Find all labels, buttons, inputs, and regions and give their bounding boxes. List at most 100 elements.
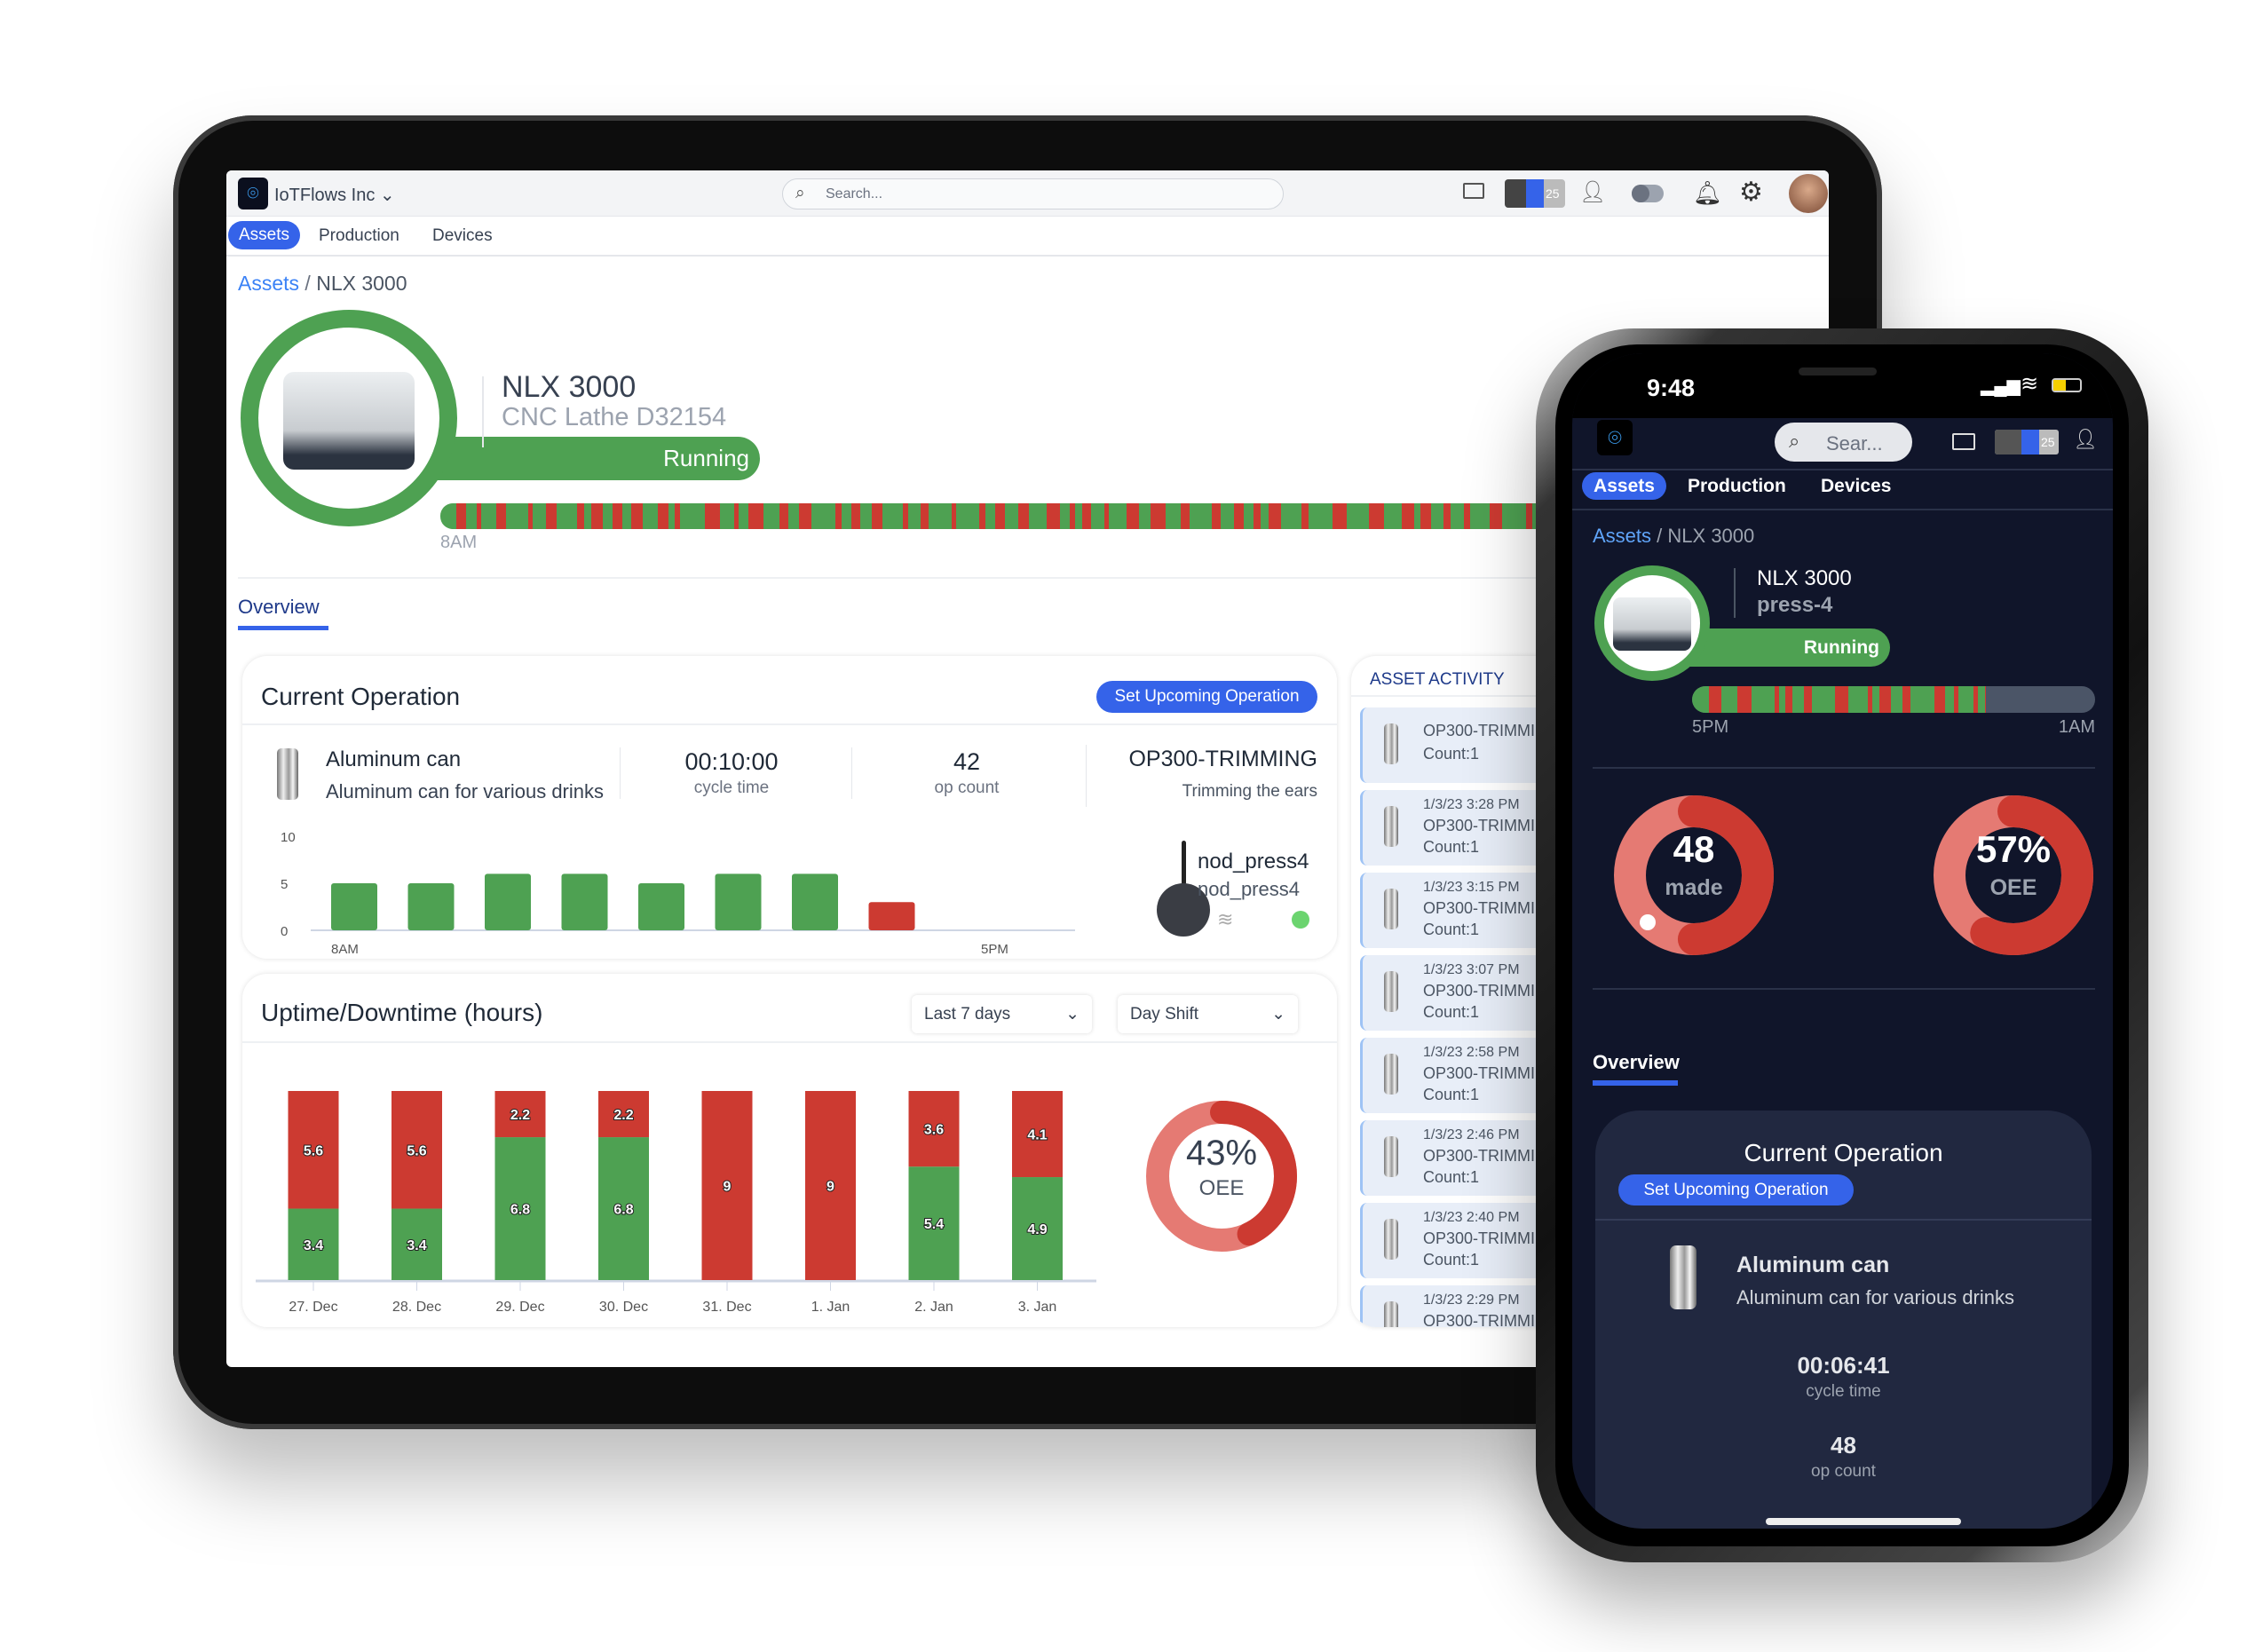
notch-speaker xyxy=(1799,368,1877,375)
op-count-label: op count xyxy=(1811,1462,1876,1481)
asset-name: NLX 3000 xyxy=(502,370,637,404)
state-timeline[interactable] xyxy=(440,503,1594,529)
asset-image-ring xyxy=(241,310,457,526)
bell-icon[interactable]: 🔔︎ xyxy=(1693,179,1722,207)
cnc-machine-image xyxy=(1613,597,1691,651)
activity-count: Count:1 xyxy=(1423,1251,1480,1269)
nav-tabs: Assets Production Devices xyxy=(226,217,1829,257)
breadcrumb-assets-link[interactable]: Assets xyxy=(1593,525,1651,547)
phone-screen: 9:48 ▂▄▆ ≋ ⌾ ⌕ Sear... 25 👤︎ Assets Prod… xyxy=(1572,353,2113,1529)
search-icon: ⌕ xyxy=(1789,430,1800,452)
bar xyxy=(638,883,684,930)
data-label: 5.4 xyxy=(924,1217,944,1232)
cycle-time-label: cycle time xyxy=(1806,1382,1881,1401)
activity-count: Count:1 xyxy=(1423,1086,1480,1103)
search-placeholder: Search... xyxy=(826,186,883,202)
aluminum-can-icon xyxy=(1384,1219,1398,1260)
aluminum-can-icon xyxy=(1384,806,1398,847)
signal-icon: ▂▄▆ xyxy=(1981,376,2021,396)
downtime-segment xyxy=(630,503,644,529)
bar xyxy=(407,883,455,930)
avatar[interactable] xyxy=(1789,174,1828,213)
downtime-segment xyxy=(1774,686,1780,713)
device-id: nod_press4 xyxy=(1198,878,1300,900)
data-label: 2.2 xyxy=(510,1108,530,1123)
downtime-segment xyxy=(1708,686,1721,713)
oee-value: 57% xyxy=(1975,828,2052,870)
op-count-value: 42 xyxy=(953,748,981,775)
gear-icon[interactable]: ⚙ xyxy=(1739,177,1763,208)
timeline-end-label: 1AM xyxy=(2058,717,2095,737)
breadcrumb-separator: / xyxy=(1657,525,1663,547)
activity-time: 1/3/23 3:15 PM xyxy=(1423,880,1520,895)
online-users-group[interactable]: 25 xyxy=(1995,430,2059,454)
activity-time: 1/3/23 3:28 PM xyxy=(1423,797,1520,812)
downtime-segment xyxy=(1803,686,1813,713)
downtime-segment xyxy=(1253,503,1261,529)
state-timeline[interactable] xyxy=(1692,686,2095,713)
data-label: 3.4 xyxy=(304,1238,323,1253)
wifi-icon: ≋ xyxy=(2021,372,2039,396)
downtime-segment xyxy=(995,503,1005,529)
tab-devices[interactable]: Devices xyxy=(1821,476,1891,497)
x-tick-label: 31. Dec xyxy=(702,1300,751,1315)
org-selector[interactable]: IoTFlows Inc ⌄ xyxy=(274,184,395,206)
downtime-segment xyxy=(1332,503,1347,529)
monitor-icon[interactable] xyxy=(1463,183,1484,199)
data-label: 9 xyxy=(724,1180,732,1195)
bar xyxy=(561,873,608,930)
breadcrumb-separator: / xyxy=(304,272,311,295)
timeline-start-label: 8AM xyxy=(440,533,478,552)
y-tick-label: 0 xyxy=(281,924,288,939)
bar xyxy=(331,883,377,930)
downtime-segment xyxy=(546,503,558,529)
data-label: 2.2 xyxy=(613,1108,633,1123)
search-input[interactable]: ⌕ Sear... xyxy=(1775,423,1912,462)
asset-image-ring xyxy=(1594,565,1710,681)
wifi-icon: ≋ xyxy=(1217,908,1234,930)
add-user-icon[interactable]: 👤︎ xyxy=(1579,179,1606,205)
breadcrumb-assets-link[interactable]: Assets xyxy=(238,272,299,295)
search-input[interactable]: ⌕ Search... xyxy=(782,178,1284,209)
tab-overview[interactable]: Overview xyxy=(238,596,320,619)
toggle-switch[interactable] xyxy=(1632,185,1664,202)
activity-time: 1/3/23 2:46 PM xyxy=(1423,1127,1520,1142)
activity-count: Count:1 xyxy=(1423,921,1480,938)
asset-subtitle: CNC Lathe D32154 xyxy=(502,403,727,431)
select-value: Day Shift xyxy=(1130,1005,1199,1024)
bar xyxy=(868,902,915,930)
set-upcoming-operation-button[interactable]: Set Upcoming Operation xyxy=(1096,681,1317,713)
tab-overview[interactable]: Overview xyxy=(1593,1051,1680,1074)
online-users-group[interactable]: 25 xyxy=(1505,179,1565,208)
shift-select[interactable]: Day Shift ⌄ xyxy=(1118,995,1298,1033)
operation-name: OP300-TRIMMING xyxy=(1128,747,1317,771)
tab-assets[interactable]: Assets xyxy=(1582,472,1666,500)
data-label: 3.4 xyxy=(407,1238,426,1253)
downtime-segment xyxy=(1953,686,1958,713)
downtime-segment xyxy=(476,503,482,529)
op-count-label: op count xyxy=(934,779,1000,797)
data-label: 9 xyxy=(826,1180,834,1195)
set-upcoming-operation-button[interactable]: Set Upcoming Operation xyxy=(1618,1174,1854,1205)
downtime-segment xyxy=(1489,503,1502,529)
data-label: 4.9 xyxy=(1027,1222,1047,1237)
card-title: Current Operation xyxy=(1744,1139,1943,1166)
downtime-segment xyxy=(675,503,681,529)
divider xyxy=(620,747,621,799)
add-user-icon[interactable]: 👤︎ xyxy=(2073,428,2098,451)
tab-assets[interactable]: Assets xyxy=(228,221,300,249)
tab-production[interactable]: Production xyxy=(1688,476,1786,497)
downtime-segment xyxy=(779,503,788,529)
search-icon: ⌕ xyxy=(795,184,805,202)
data-label: 3.6 xyxy=(924,1123,944,1138)
activity-time: 1/3/23 2:40 PM xyxy=(1423,1210,1520,1225)
part-description: Aluminum can for various drinks xyxy=(326,780,605,802)
monitor-icon[interactable] xyxy=(1952,433,1975,450)
operation-description: Trimming the ears xyxy=(1182,782,1317,801)
tab-production[interactable]: Production xyxy=(319,226,399,246)
uptime-downtime-card: Uptime/Downtime (hours) Last 7 days ⌄ Day… xyxy=(242,974,1337,1327)
status-label: Running xyxy=(1803,637,1879,658)
downtime-segment xyxy=(613,503,623,529)
tab-devices[interactable]: Devices xyxy=(432,226,493,246)
activity-time: 1/3/23 3:07 PM xyxy=(1423,962,1520,977)
